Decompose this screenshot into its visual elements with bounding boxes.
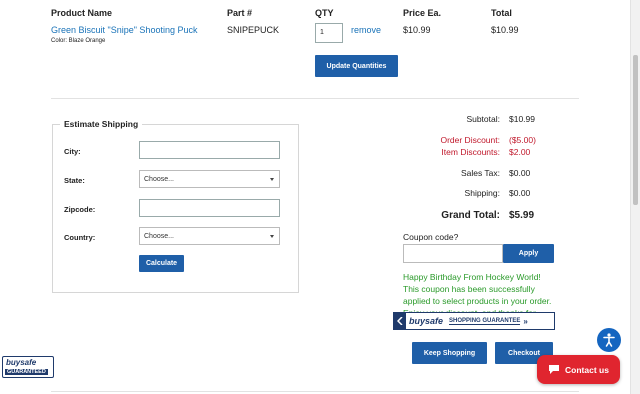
header-qty: QTY <box>315 8 334 18</box>
chevron-down-icon <box>270 178 274 181</box>
grand-total-label: Grand Total: <box>441 210 500 221</box>
state-label: State: <box>64 176 85 185</box>
chevron-left-icon <box>394 313 406 329</box>
product-link[interactable]: Green Biscuit "Snipe" Shooting Puck <box>51 25 197 35</box>
zipcode-label: Zipcode: <box>64 205 96 214</box>
product-color: Color: Blaze Orange <box>51 38 106 44</box>
zipcode-input[interactable] <box>139 199 280 217</box>
subtotal-value: $10.99 <box>509 114 535 124</box>
state-select[interactable]: Choose... <box>139 170 280 188</box>
quantity-input[interactable]: 1 <box>315 23 343 43</box>
state-select-value: Choose... <box>144 175 174 183</box>
product-part: SNIPEPUCK <box>227 25 280 35</box>
shipping-cost-label: Shipping: <box>464 188 500 198</box>
accessibility-icon <box>603 333 615 347</box>
buysafe-brand: buysafe <box>409 316 444 326</box>
price-each: $10.99 <box>403 25 431 35</box>
contact-us-label: Contact us <box>565 364 609 375</box>
bottom-divider <box>51 391 579 392</box>
chevron-down-icon <box>270 235 274 238</box>
accessibility-button[interactable] <box>597 328 621 352</box>
item-discounts-value: $2.00 <box>509 147 531 157</box>
contact-us-button[interactable]: Contact us <box>537 355 620 384</box>
order-discount-label: Order Discount: <box>440 135 500 145</box>
buysafe-tagline: SHOPPING GUARANTEE <box>449 317 521 325</box>
coupon-label: Coupon code? <box>403 232 459 242</box>
city-label: City: <box>64 147 81 156</box>
buysafe-footer-brand: buysafe <box>6 358 37 367</box>
header-price: Price Ea. <box>403 8 442 18</box>
chevron-right-icon: » <box>523 316 528 326</box>
divider <box>51 98 579 99</box>
estimate-shipping-legend: Estimate Shipping <box>60 119 143 129</box>
chat-bubble-icon <box>549 365 560 374</box>
line-total: $10.99 <box>491 25 519 35</box>
country-label: Country: <box>64 233 96 242</box>
header-total: Total <box>491 8 512 18</box>
item-discounts-label: Item Discounts: <box>441 147 500 157</box>
buysafe-footer-tagline: GUARANTEED <box>5 369 48 375</box>
shipping-cost-value: $0.00 <box>509 188 531 198</box>
coupon-input[interactable] <box>403 244 503 263</box>
buysafe-guaranteed-badge[interactable]: buysafe GUARANTEED <box>2 356 54 378</box>
grand-total-value: $5.99 <box>509 210 535 221</box>
page-scrollbar[interactable] <box>630 0 640 394</box>
city-input[interactable] <box>139 141 280 159</box>
country-select-value: Choose... <box>144 232 174 240</box>
calculate-button[interactable]: Calculate <box>139 255 184 272</box>
sales-tax-label: Sales Tax: <box>460 168 500 178</box>
sales-tax-value: $0.00 <box>509 168 531 178</box>
order-discount-value: ($5.00) <box>509 135 536 145</box>
scrollbar-thumb[interactable] <box>633 55 638 205</box>
keep-shopping-button[interactable]: Keep Shopping <box>412 342 487 364</box>
header-product-name: Product Name <box>51 8 113 18</box>
remove-link[interactable]: remove <box>351 25 381 35</box>
update-quantities-button[interactable]: Update Quantities <box>315 55 398 77</box>
subtotal-label: Subtotal: <box>466 114 500 124</box>
country-select[interactable]: Choose... <box>139 227 280 245</box>
header-part: Part # <box>227 8 253 18</box>
apply-coupon-button[interactable]: Apply <box>503 244 554 263</box>
buysafe-guarantee-badge[interactable]: buysafe SHOPPING GUARANTEE » <box>393 312 555 330</box>
